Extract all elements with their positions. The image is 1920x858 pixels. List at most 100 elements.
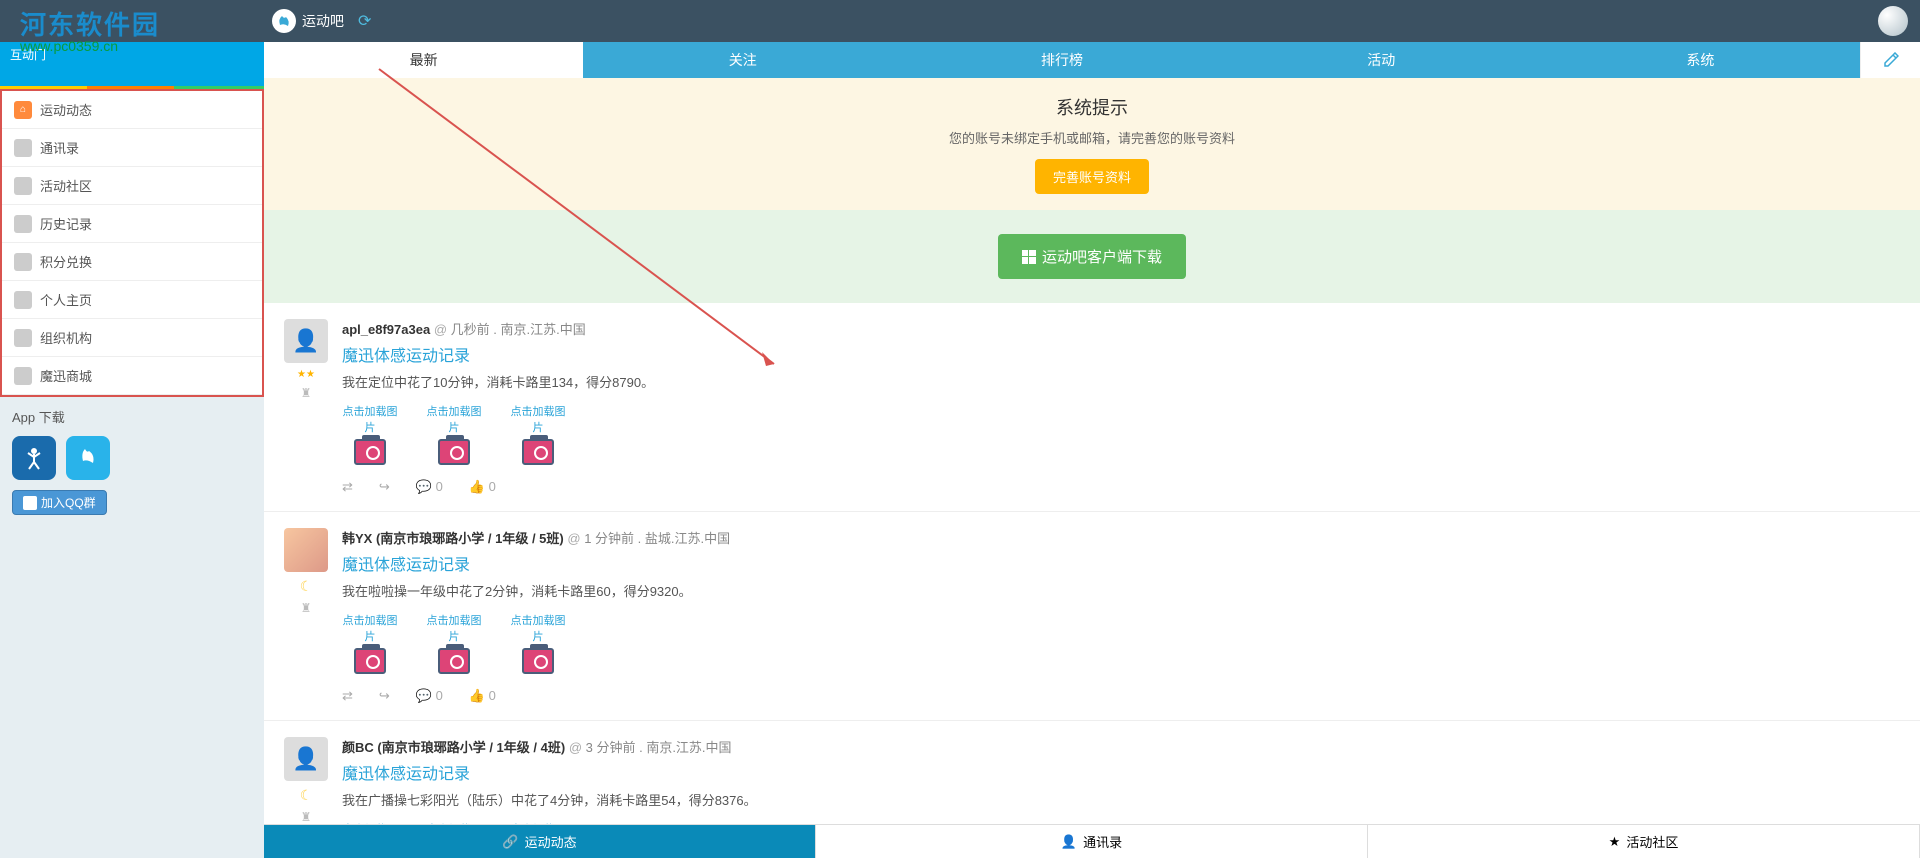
notice-title: 系统提示 <box>280 94 1904 120</box>
bottom-tab-bar: 🔗 运动动态 👤通讯录 ★ 活动社区 <box>264 824 1920 858</box>
comment-button[interactable]: 💬 0 <box>416 688 443 704</box>
brand-logo-icon <box>272 9 296 33</box>
tab-2[interactable]: 排行榜 <box>902 42 1221 78</box>
bottom-tab-1[interactable]: 👤通讯录 <box>816 825 1368 858</box>
post-username[interactable]: 韩YX <box>342 531 372 546</box>
camera-icon <box>438 439 470 465</box>
feed-tabs: 最新关注排行榜活动系统 <box>264 42 1920 78</box>
sidebar-item-2[interactable]: 活动社区 <box>2 167 262 205</box>
btab-icon: 👤 <box>1061 834 1077 850</box>
image-thumb[interactable]: 点击加载图片 <box>510 403 566 465</box>
camera-icon <box>522 648 554 674</box>
image-thumb[interactable]: 点击加载图片 <box>510 612 566 674</box>
btab-icon: ★ <box>1609 834 1621 850</box>
complete-profile-button[interactable]: 完善账号资料 <box>1035 159 1149 194</box>
post-avatar-column: 👤 ★★ ♜ <box>284 319 328 495</box>
nav-label: 积分兑换 <box>40 252 92 271</box>
comment-button[interactable]: 💬 0 <box>416 479 443 495</box>
post-header-line: 韩YX (南京市琅琊路小学 / 1年级 / 5班) @ 1 分钟前 . 盐城.江… <box>342 528 1900 547</box>
image-thumb[interactable]: 点击加载图片 <box>426 403 482 465</box>
post-username[interactable]: apl_e8f97a3ea <box>342 322 430 337</box>
refresh-icon[interactable]: ⟳ <box>358 11 371 31</box>
app-icon-android[interactable] <box>12 436 56 480</box>
post-text: 我在啦啦操一年级中花了2分钟，消耗卡路里60，得分9320。 <box>342 581 1900 600</box>
retweet-button[interactable]: ⇄ <box>342 479 353 495</box>
nav-label: 魔迅商城 <box>40 366 92 385</box>
badge-icon: ♜ <box>301 810 312 824</box>
post-thumbs: 点击加载图片点击加载图片点击加载图片 <box>342 612 1900 674</box>
windows-icon <box>1022 250 1036 264</box>
nav-label: 运动动态 <box>40 100 92 119</box>
system-notice: 系统提示 您的账号未绑定手机或邮箱，请完善您的账号资料 完善账号资料 <box>264 78 1920 210</box>
tab-4[interactable]: 系统 <box>1541 42 1860 78</box>
sidebar-item-3[interactable]: 历史记录 <box>2 205 262 243</box>
download-client-button[interactable]: 运动吧客户端下载 <box>998 234 1186 279</box>
btab-label: 活动社区 <box>1626 832 1678 851</box>
post-location: 盐城.江苏.中国 <box>645 531 730 546</box>
qq-icon <box>23 496 37 510</box>
retweet-button[interactable]: ⇄ <box>342 688 353 704</box>
post-username[interactable]: 颜BC <box>342 740 374 755</box>
nav-icon <box>14 329 32 347</box>
rank-moon-icon: ☾ <box>300 787 313 804</box>
thumb-label: 点击加载图片 <box>342 403 398 435</box>
sidebar-item-1[interactable]: 通讯录 <box>2 129 262 167</box>
post-location: 南京.江苏.中国 <box>646 740 731 755</box>
tab-3[interactable]: 活动 <box>1222 42 1541 78</box>
nav-icon <box>14 177 32 195</box>
brand[interactable]: 运动吧 ⟳ <box>272 9 371 33</box>
qq-label: 加入QQ群 <box>41 494 96 511</box>
nav-icon <box>14 215 32 233</box>
sidebar-title: 互动门 <box>0 42 264 67</box>
brand-name: 运动吧 <box>302 11 344 31</box>
badge-icon: ♜ <box>301 601 312 615</box>
tab-0[interactable]: 最新 <box>264 42 583 78</box>
image-thumb[interactable]: 点击加载图片 <box>342 403 398 465</box>
share-button[interactable]: ↪ <box>379 688 390 704</box>
badge-icon: ♜ <box>301 386 312 400</box>
sidebar-item-4[interactable]: 积分兑换 <box>2 243 262 281</box>
post-thumbs: 点击加载图片点击加载图片点击加载图片 <box>342 403 1900 465</box>
user-avatar[interactable] <box>1878 6 1908 36</box>
nav-label: 组织机构 <box>40 328 92 347</box>
btab-label: 运动动态 <box>525 832 577 851</box>
thumb-label: 点击加载图片 <box>426 403 482 435</box>
post-header-line: apl_e8f97a3ea @ 几秒前 . 南京.江苏.中国 <box>342 319 1900 338</box>
post-title-link[interactable]: 魔迅体感运动记录 <box>342 342 1900 366</box>
post-avatar[interactable] <box>284 528 328 572</box>
nav-label: 个人主页 <box>40 290 92 309</box>
sidebar-nav: ⌂ 运动动态通讯录活动社区历史记录积分兑换个人主页组织机构魔迅商城 <box>0 89 264 397</box>
sidebar-item-0[interactable]: ⌂ 运动动态 <box>2 91 262 129</box>
join-qq-button[interactable]: 加入QQ群 <box>12 490 107 515</box>
image-thumb[interactable]: 点击加载图片 <box>426 612 482 674</box>
rank-stars-icon: ★★ <box>297 369 315 380</box>
camera-icon <box>438 648 470 674</box>
image-thumb[interactable]: 点击加载图片 <box>342 612 398 674</box>
like-button[interactable]: 👍 0 <box>469 479 496 495</box>
post-header-line: 颜BC (南京市琅琊路小学 / 1年级 / 4班) @ 3 分钟前 . 南京.江… <box>342 737 1900 756</box>
compose-icon <box>1883 52 1899 68</box>
compose-button[interactable] <box>1860 42 1920 78</box>
like-button[interactable]: 👍 0 <box>469 688 496 704</box>
download-banner: 运动吧客户端下载 <box>264 210 1920 303</box>
post-avatar[interactable]: 👤 <box>284 737 328 781</box>
bottom-tab-2[interactable]: ★ 活动社区 <box>1368 825 1920 858</box>
post-avatar[interactable]: 👤 <box>284 319 328 363</box>
nav-icon <box>14 253 32 271</box>
nav-icon <box>14 367 32 385</box>
post-title-link[interactable]: 魔迅体感运动记录 <box>342 760 1900 784</box>
btab-icon: 🔗 <box>502 834 518 850</box>
app-icon-ios[interactable] <box>66 436 110 480</box>
nav-icon: ⌂ <box>14 101 32 119</box>
at-symbol: @ <box>569 740 586 755</box>
sidebar-item-7[interactable]: 魔迅商城 <box>2 357 262 395</box>
tab-1[interactable]: 关注 <box>583 42 902 78</box>
post-actions: ⇄ ↪ 💬 0 👍 0 <box>342 479 1900 495</box>
sidebar-item-6[interactable]: 组织机构 <box>2 319 262 357</box>
post-title-link[interactable]: 魔迅体感运动记录 <box>342 551 1900 575</box>
post-time: 几秒前 <box>451 322 490 337</box>
sidebar-item-5[interactable]: 个人主页 <box>2 281 262 319</box>
share-button[interactable]: ↪ <box>379 479 390 495</box>
bottom-tab-0[interactable]: 🔗 运动动态 <box>264 825 816 858</box>
main-content: 最新关注排行榜活动系统 系统提示 您的账号未绑定手机或邮箱，请完善您的账号资料 … <box>264 42 1920 858</box>
